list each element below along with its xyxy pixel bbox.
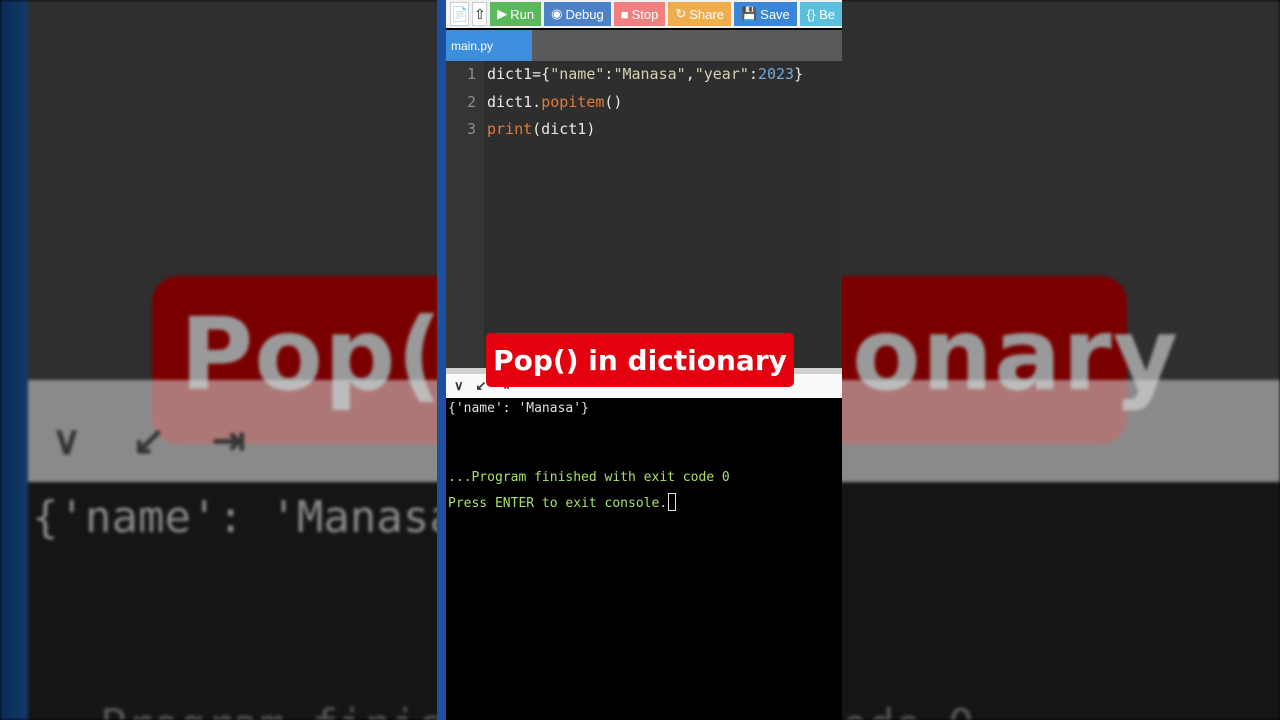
save-button[interactable]: 💾 Save bbox=[733, 2, 797, 26]
save-label: Save bbox=[760, 6, 790, 22]
expand-icon[interactable]: ↙ bbox=[476, 378, 487, 394]
code-line: dict1={"name":"Manasa","year":2023} bbox=[487, 65, 804, 83]
collapse-chevron-icon[interactable]: ∨ bbox=[454, 378, 464, 394]
console-output[interactable]: {'name': 'Manasa'} ...Program finished w… bbox=[446, 398, 842, 720]
console-prompt-text: Press ENTER to exit console. bbox=[448, 496, 668, 511]
run-button[interactable]: ▶ Run bbox=[490, 2, 542, 26]
debug-label: Debug bbox=[565, 6, 604, 22]
console-prompt-line: Press ENTER to exit console. bbox=[448, 493, 677, 511]
play-icon: ▶ bbox=[497, 6, 508, 21]
frame-border bbox=[437, 0, 446, 720]
share-label: Share bbox=[689, 6, 724, 22]
beautify-label: {} Be bbox=[806, 6, 835, 22]
console-result-line: {'name': 'Manasa'} bbox=[448, 401, 589, 416]
debug-button[interactable]: ◉ Debug bbox=[544, 2, 611, 26]
background-expand-icon: ↙ bbox=[132, 419, 166, 463]
run-label: Run bbox=[510, 6, 535, 22]
file-icon: 📄 bbox=[451, 5, 469, 22]
line-number: 1 bbox=[466, 65, 476, 83]
line-number: 3 bbox=[466, 120, 476, 138]
background-exit-icon: ⇥ bbox=[212, 419, 246, 463]
code-line: print(dict1) bbox=[487, 120, 596, 138]
beautify-button[interactable]: {} Be bbox=[799, 2, 842, 26]
debug-icon: ◉ bbox=[551, 6, 563, 21]
stop-icon: ■ bbox=[620, 6, 629, 22]
code-line: dict1.popitem() bbox=[487, 93, 623, 111]
background-edge bbox=[0, 0, 28, 720]
cursor-icon bbox=[668, 493, 677, 511]
background-output-text: {'name': 'Manasa' bbox=[32, 492, 483, 543]
toolbar: 📄 ⇧ ▶ Run ◉ Debug ■ Stop ↻ Share 💾 Save … bbox=[446, 0, 842, 28]
tab-main-py[interactable]: main.py bbox=[446, 30, 532, 61]
stop-button[interactable]: ■ Stop bbox=[613, 2, 666, 26]
upload-icon: ⇧ bbox=[473, 5, 486, 22]
new-file-button[interactable]: 📄 bbox=[450, 2, 470, 26]
code-editor[interactable]: 1 2 3 dict1={"name":"Manasa","year":2023… bbox=[446, 61, 842, 368]
stop-label: Stop bbox=[631, 6, 659, 22]
background-chevron-icon: ∨ bbox=[52, 419, 82, 463]
console-finished-line: ...Program finished with exit code 0 bbox=[448, 470, 730, 485]
video-caption: Pop() in dictionary bbox=[486, 333, 794, 387]
share-icon: ↻ bbox=[675, 6, 687, 21]
save-icon: 💾 bbox=[740, 6, 758, 21]
line-number: 2 bbox=[466, 93, 476, 111]
file-tabs: main.py bbox=[446, 30, 842, 61]
share-button[interactable]: ↻ Share bbox=[668, 2, 731, 26]
upload-button[interactable]: ⇧ bbox=[472, 2, 488, 26]
